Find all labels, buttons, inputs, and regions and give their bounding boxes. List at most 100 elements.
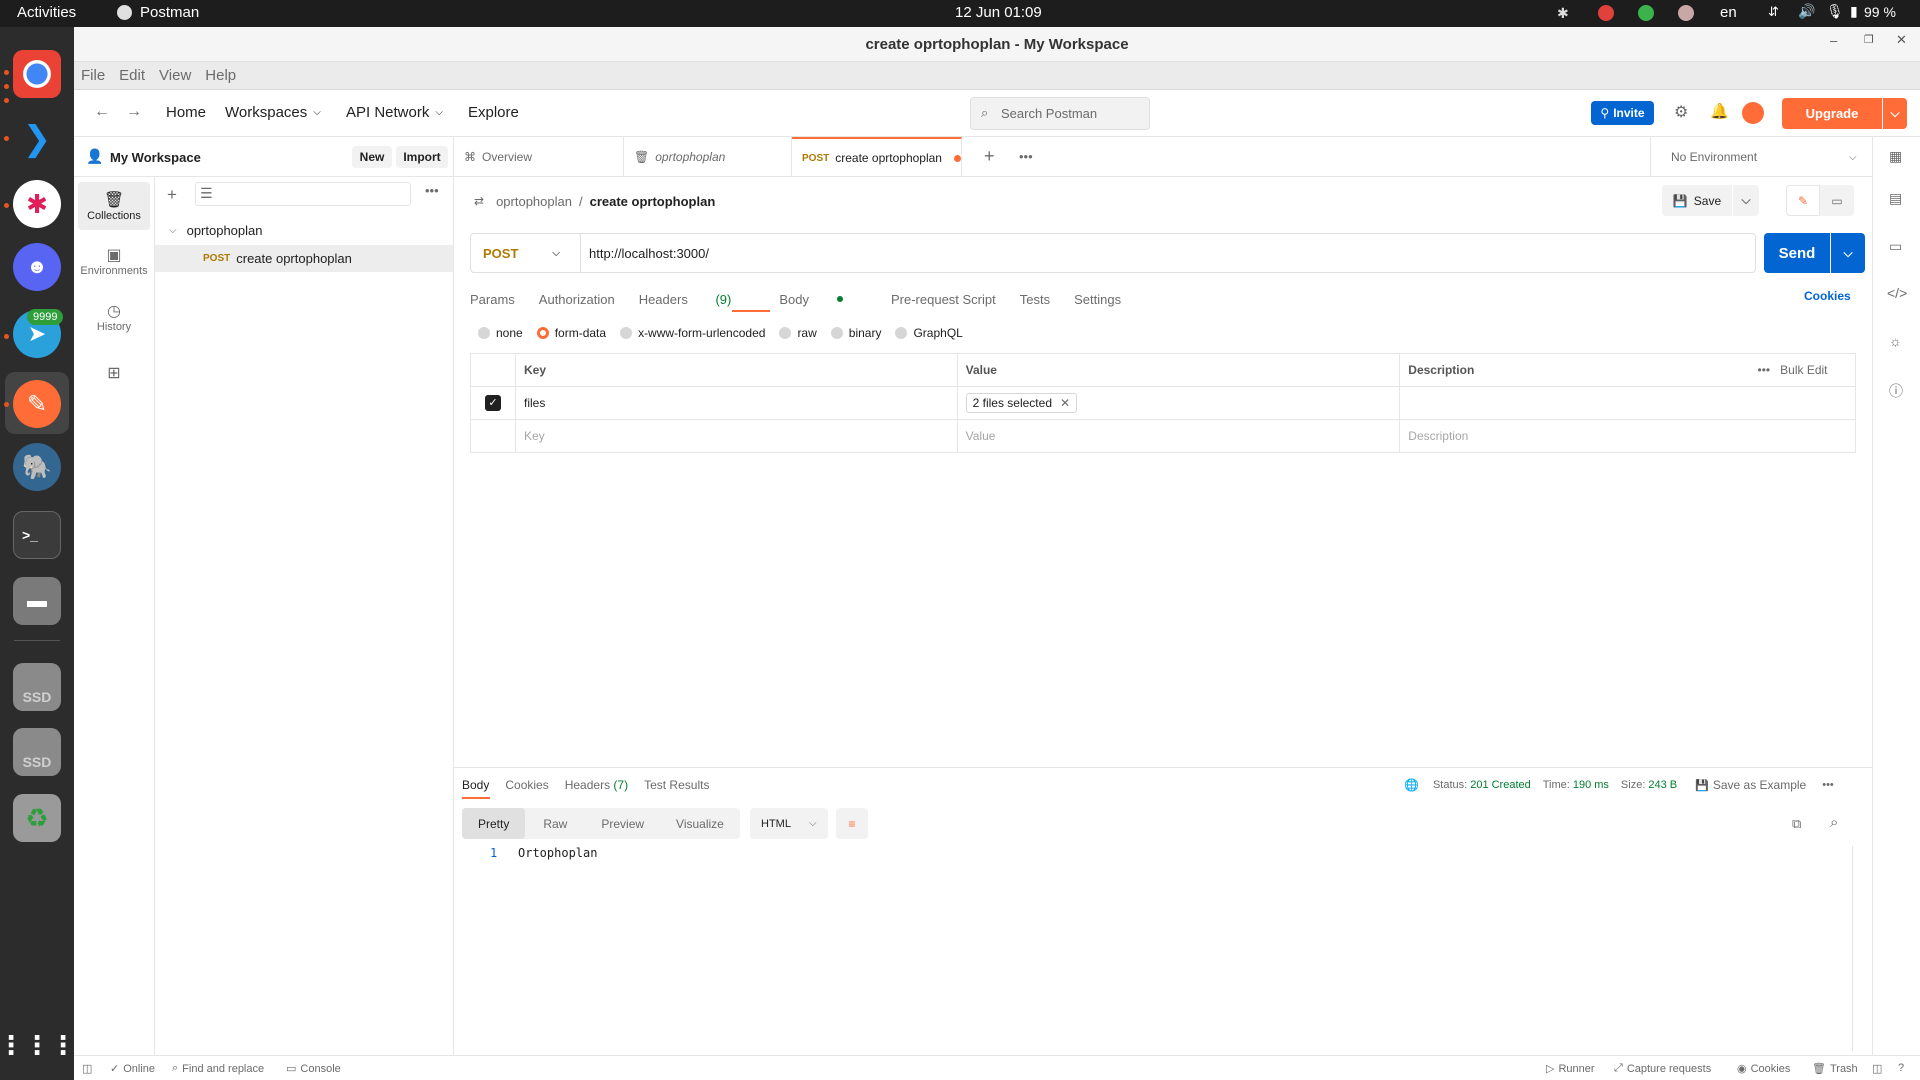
configure-sidebar-icon[interactable]: ⊞ (78, 349, 150, 397)
tab-tests[interactable]: Tests (1020, 292, 1050, 307)
settings-gear-icon[interactable]: ⚙ (1674, 102, 1688, 122)
key-cell[interactable]: files (514, 386, 958, 420)
view-pretty[interactable]: Pretty (462, 808, 526, 839)
vscode-icon[interactable]: ❯ (13, 115, 61, 163)
chrome-tray-icon[interactable] (1598, 5, 1614, 21)
notification-bell-icon[interactable]: 🔔 (1710, 102, 1729, 120)
workspaces-dropdown[interactable]: Workspaces ⌵ (225, 104, 321, 121)
capture-requests-button[interactable]: ⤢ Capture requests (1614, 1062, 1711, 1075)
menu-file[interactable]: File (81, 67, 105, 84)
ssd-drive-icon[interactable]: SSD (13, 728, 61, 776)
tab-prerequest-script[interactable]: Pre-request Script (891, 292, 996, 307)
radio-graphql[interactable]: GraphQL (895, 326, 963, 340)
time-value[interactable]: 190 ms (1573, 779, 1609, 791)
save-as-example-button[interactable]: 💾 Save as Example (1695, 778, 1806, 792)
save-options-chevron-icon[interactable]: ⌵ (1733, 185, 1759, 216)
description-input[interactable]: Description (1399, 419, 1856, 453)
tab-authorization[interactable]: Authorization (539, 292, 615, 307)
menu-edit[interactable]: Edit (119, 67, 145, 84)
search-input[interactable]: ⌕ Search Postman (970, 97, 1150, 130)
minimize-icon[interactable]: – (1830, 33, 1837, 48)
view-preview[interactable]: Preview (585, 817, 660, 831)
copy-icon[interactable]: ⧉ (1792, 816, 1801, 832)
files-icon[interactable]: ▬ (13, 577, 61, 625)
response-tab-headers[interactable]: Headers (7) (565, 778, 628, 792)
edit-pencil-icon[interactable]: ✎ (1786, 185, 1820, 216)
documentation-icon[interactable]: ▤ (1889, 190, 1902, 207)
two-pane-view-icon[interactable]: ◫ (1872, 1062, 1882, 1075)
terminal-icon[interactable]: >_ (13, 511, 61, 559)
close-icon[interactable]: ✕ (1896, 32, 1907, 48)
radio-raw[interactable]: raw (779, 326, 817, 340)
description-cell[interactable] (1399, 386, 1856, 420)
user-tray-icon[interactable] (1678, 5, 1694, 21)
tree-item-request[interactable]: POST create oprtophoplan (155, 245, 453, 272)
explore-link[interactable]: Explore (468, 104, 519, 121)
key-input[interactable]: Key (514, 419, 958, 453)
code-icon[interactable]: </> (1887, 285, 1907, 301)
invite-button[interactable]: ⚲ Invite (1591, 101, 1654, 125)
upgrade-button[interactable]: Upgrade (1782, 98, 1882, 129)
tab-headers[interactable]: Headers (9) (639, 292, 756, 307)
value-cell[interactable]: 2 files selected ✕ (956, 386, 1401, 420)
save-button[interactable]: 💾 Save (1662, 185, 1732, 216)
radio-none[interactable]: none (478, 326, 523, 340)
wrap-lines-icon[interactable]: ≡ (836, 808, 868, 839)
menu-view[interactable]: View (159, 67, 191, 84)
network-icon[interactable]: ⇵ (1768, 4, 1779, 20)
breadcrumb-collection[interactable]: oprtophoplan (496, 194, 572, 209)
breadcrumb-request[interactable]: create oprtophoplan (590, 194, 716, 209)
tab-params[interactable]: Params (470, 292, 515, 307)
check-tray-icon[interactable] (1638, 5, 1654, 21)
discord-icon[interactable]: ☻ (13, 243, 61, 291)
environment-quick-look-icon[interactable]: ▦ (1889, 148, 1902, 165)
view-visualize[interactable]: Visualize (660, 817, 740, 831)
forward-arrow-icon[interactable]: → (126, 103, 142, 121)
slack-icon[interactable]: ✱ (13, 180, 61, 228)
toggle-sidebar-icon[interactable]: ◫ (82, 1062, 92, 1075)
globe-icon[interactable]: 🌐 (1404, 778, 1419, 792)
find-replace-button[interactable]: ⌕ Find and replace (172, 1062, 264, 1075)
microphone-icon[interactable]: 🎙 (1826, 3, 1844, 20)
cookies-button[interactable]: ◉ Cookies (1737, 1062, 1790, 1076)
bulk-edit-button[interactable]: Bulk Edit (1780, 363, 1827, 377)
ssd-drive-icon[interactable]: SSD (13, 663, 61, 711)
response-tab-cookies[interactable]: Cookies (505, 778, 548, 792)
more-options-icon[interactable]: ••• (425, 183, 439, 198)
send-options-chevron-icon[interactable]: ⌵ (1831, 233, 1865, 273)
tab-collection[interactable]: 🗑 oprtophoplan (624, 137, 792, 177)
comments-icon[interactable]: ▭ (1889, 238, 1902, 255)
value-input[interactable]: Value (956, 419, 1401, 453)
console-button[interactable]: ▭ Console (286, 1062, 341, 1076)
upgrade-menu-chevron-icon[interactable]: ⌵ (1883, 98, 1907, 129)
sidebar-item-history[interactable]: ◷ History (78, 293, 150, 341)
new-button[interactable]: New (352, 146, 392, 168)
status-value[interactable]: 201 Created (1470, 779, 1531, 791)
tab-overflow-icon[interactable]: ••• (1019, 149, 1033, 164)
radio-form-data[interactable]: form-data (536, 326, 606, 340)
add-icon[interactable]: + (167, 185, 177, 205)
environment-selector[interactable]: No Environment ⌵ (1650, 137, 1872, 177)
sidebar-item-collections[interactable]: 🗑 Collections (78, 182, 150, 230)
row-checkbox[interactable]: ✓ (484, 395, 501, 411)
api-network-dropdown[interactable]: API Network ⌵ (346, 104, 443, 121)
battery-icon[interactable]: ▮ (1850, 3, 1858, 20)
search-response-icon[interactable]: ⌕ (1830, 814, 1838, 831)
tab-settings[interactable]: Settings (1074, 292, 1121, 307)
lightbulb-icon[interactable]: ☼ (1889, 333, 1902, 349)
tree-item-collection[interactable]: ⌵ oprtophoplan (155, 217, 453, 244)
volume-icon[interactable]: 🔊 (1798, 3, 1815, 20)
postman-icon[interactable]: ✎ (13, 380, 61, 428)
filter-input[interactable] (195, 182, 411, 206)
response-tab-test-results[interactable]: Test Results (644, 778, 709, 792)
menu-help[interactable]: Help (205, 67, 236, 84)
import-button[interactable]: Import (396, 146, 448, 168)
more-options-icon[interactable]: ••• (1758, 363, 1771, 377)
language-indicator[interactable]: en (1720, 4, 1737, 21)
radio-urlencoded[interactable]: x-www-form-urlencoded (620, 326, 765, 340)
help-icon[interactable]: ? (1898, 1062, 1904, 1074)
chrome-icon[interactable] (13, 50, 61, 98)
size-value[interactable]: 243 B (1648, 779, 1677, 791)
home-link[interactable]: Home (166, 104, 206, 121)
url-input[interactable]: http://localhost:3000/ (589, 246, 709, 261)
